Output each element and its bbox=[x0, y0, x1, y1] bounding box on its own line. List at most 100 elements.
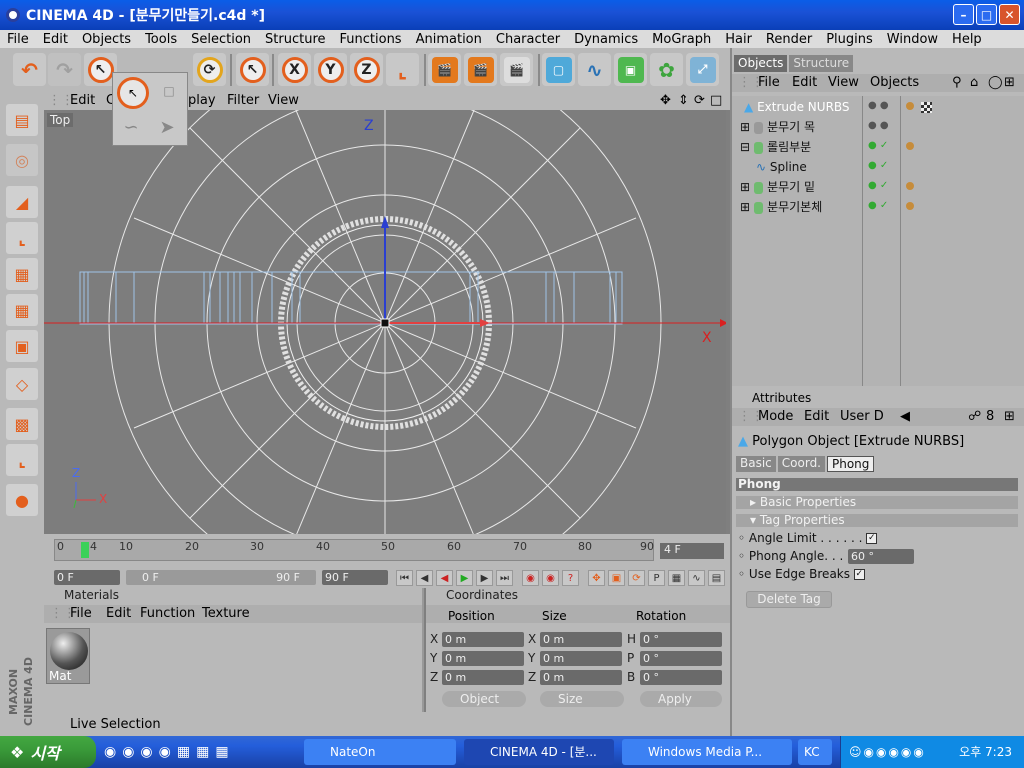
maximize-view-icon[interactable]: □ bbox=[710, 93, 722, 108]
task-nateon[interactable]: NateOn bbox=[304, 739, 456, 765]
object-sprayer-body[interactable]: ⊞ 분무기본체 bbox=[740, 197, 860, 217]
materials-menu-function[interactable]: Function bbox=[140, 606, 195, 621]
task-cinema4d[interactable]: CINEMA 4D - [분... bbox=[464, 739, 614, 765]
object-rolling-part[interactable]: ⊟ 롤림부분 bbox=[740, 137, 860, 157]
close-button[interactable]: ✕ bbox=[999, 4, 1020, 25]
size-x-field[interactable]: 0 m bbox=[540, 632, 622, 647]
visibility-dots[interactable]: ● ✓ bbox=[868, 140, 890, 151]
menu-plugins[interactable]: Plugins bbox=[819, 32, 880, 47]
object-origin[interactable] bbox=[380, 318, 390, 328]
goto-end-button[interactable]: ⏭ bbox=[496, 570, 513, 586]
apply-button[interactable]: Apply bbox=[640, 691, 722, 707]
attributes-menu-userdata[interactable]: User D bbox=[840, 409, 884, 424]
next-frame-button[interactable]: ▶ bbox=[476, 570, 493, 586]
object-spline[interactable]: ∿ Spline bbox=[756, 157, 876, 177]
tag-properties-group[interactable]: ▾ Tag Properties bbox=[736, 514, 1018, 527]
timeline-playhead[interactable] bbox=[81, 542, 89, 558]
texture-axis-button[interactable]: ▦ bbox=[6, 294, 38, 326]
rotate-view-icon[interactable]: ⟳ bbox=[694, 93, 705, 108]
size-z-field[interactable]: 0 m bbox=[540, 670, 622, 685]
menu-objects[interactable]: Objects bbox=[75, 32, 138, 47]
back-arrow-icon[interactable]: ◀ bbox=[900, 409, 910, 424]
angle-limit-checkbox[interactable]: ✓ bbox=[866, 533, 878, 544]
basic-properties-group[interactable]: ▸ Basic Properties bbox=[736, 496, 1018, 509]
task-kc[interactable]: KC bbox=[798, 739, 832, 765]
visibility-dots[interactable]: ● ✓ bbox=[868, 200, 890, 211]
object-extrude-nurbs[interactable]: ▲ Extrude NURBS bbox=[744, 97, 864, 117]
start-button[interactable]: ❖ 시작 bbox=[0, 736, 96, 768]
range-slider[interactable]: 0 F 90 F bbox=[126, 570, 316, 585]
menu-dynamics[interactable]: Dynamics bbox=[567, 32, 645, 47]
live-selection-icon[interactable]: ↖ bbox=[117, 77, 149, 109]
object-tags[interactable] bbox=[906, 140, 915, 153]
current-frame-field[interactable]: 4 F bbox=[660, 543, 724, 559]
render-view-button[interactable]: 🎬 bbox=[428, 53, 461, 86]
viewport-menu-edit[interactable]: Edit bbox=[70, 93, 95, 108]
visibility-dots[interactable]: ● ✓ bbox=[868, 180, 890, 191]
object-sprayer-neck[interactable]: ⊞ 분무기 목 bbox=[740, 117, 860, 137]
x-axis-lock-button[interactable]: X bbox=[278, 53, 311, 86]
edges-tool-button[interactable]: ◇ bbox=[6, 368, 38, 400]
menu-animation[interactable]: Animation bbox=[409, 32, 489, 47]
z-axis-lock-button[interactable]: Z bbox=[350, 53, 383, 86]
attributes-menu-mode[interactable]: Mode bbox=[758, 409, 793, 424]
materials-menu-file[interactable]: File bbox=[70, 606, 92, 621]
tab-structure[interactable]: Structure bbox=[789, 55, 854, 72]
lasso-selection-icon[interactable]: ∽ bbox=[117, 113, 145, 141]
viewport-canvas[interactable] bbox=[44, 110, 726, 534]
menu-render[interactable]: Render bbox=[759, 32, 819, 47]
render-settings-button[interactable]: 🎬 bbox=[500, 53, 533, 86]
last-tool-button[interactable]: ↖ bbox=[236, 53, 269, 86]
y-axis-lock-button[interactable]: Y bbox=[314, 53, 347, 86]
eye-icon[interactable]: ◯ bbox=[988, 75, 1003, 90]
model-tool-button[interactable]: ◢ bbox=[6, 186, 38, 218]
tweak-mode-button[interactable]: ⌞ bbox=[6, 444, 38, 476]
add-nurbs-button[interactable]: ▣ bbox=[614, 53, 647, 86]
start-frame-field[interactable]: 0 F bbox=[54, 570, 120, 585]
goto-start-button[interactable]: ⏮ bbox=[396, 570, 413, 586]
viewport-menu-filter[interactable]: Filter bbox=[227, 93, 259, 108]
viewport-menu-display[interactable]: play bbox=[188, 93, 216, 108]
coordinate-mode-dropdown[interactable]: Object bbox=[442, 691, 526, 707]
object-tags[interactable] bbox=[906, 180, 915, 193]
visibility-dots[interactable]: ● ● bbox=[868, 100, 890, 111]
rotate-tool-button[interactable]: ⟳ bbox=[193, 53, 226, 86]
polygon-selection-icon[interactable]: ➤ bbox=[153, 113, 181, 141]
size-mode-dropdown[interactable]: Size bbox=[540, 691, 624, 707]
lock-icon[interactable]: ☍ bbox=[968, 409, 981, 424]
search-icon[interactable]: ⚲ bbox=[952, 75, 962, 90]
interpolation-button[interactable]: ∿ bbox=[688, 570, 705, 586]
position-x-field[interactable]: 0 m bbox=[442, 632, 524, 647]
polygons-tool-button[interactable]: ▩ bbox=[6, 408, 38, 440]
rectangle-selection-icon[interactable]: □ bbox=[155, 77, 183, 105]
zoom-view-icon[interactable]: ⇕ bbox=[678, 93, 689, 108]
edge-breaks-checkbox[interactable]: ✓ bbox=[853, 569, 865, 580]
add-cube-button[interactable]: ▢ bbox=[542, 53, 575, 86]
task-windows-media-player[interactable]: Windows Media P... bbox=[622, 739, 792, 765]
attributes-menu-edit[interactable]: Edit bbox=[804, 409, 829, 424]
redo-button[interactable]: ↷ bbox=[48, 53, 81, 86]
new-panel-icon[interactable]: ⊞ bbox=[1004, 409, 1015, 424]
link-icon[interactable]: 8 bbox=[986, 409, 994, 424]
position-z-field[interactable]: 0 m bbox=[442, 670, 524, 685]
materials-menu-edit[interactable]: Edit bbox=[106, 606, 131, 621]
key-parameter-button[interactable]: P bbox=[648, 570, 665, 586]
material-thumbnail[interactable]: Mat bbox=[46, 628, 90, 684]
tab-phong[interactable]: Phong bbox=[827, 456, 875, 472]
objects-menu-file[interactable]: File bbox=[758, 75, 780, 90]
rotation-p-field[interactable]: 0 ° bbox=[640, 651, 722, 666]
menu-functions[interactable]: Functions bbox=[333, 32, 409, 47]
prev-frame-button[interactable]: ◀ bbox=[416, 570, 433, 586]
menu-tools[interactable]: Tools bbox=[138, 32, 184, 47]
coordinate-system-button[interactable]: ⌞ bbox=[386, 53, 419, 86]
objects-menu-objects[interactable]: Objects bbox=[870, 75, 919, 90]
menu-file[interactable]: File bbox=[0, 32, 36, 47]
viewport-menu-view[interactable]: View bbox=[268, 93, 299, 108]
quick-launch-icons[interactable]: ◉◉◉◉▦▦▦ bbox=[104, 744, 235, 760]
play-button[interactable]: ▶ bbox=[456, 570, 473, 586]
play-backwards-button[interactable]: ◀ bbox=[436, 570, 453, 586]
visibility-dots[interactable]: ● ● bbox=[868, 120, 890, 131]
end-frame-field[interactable]: 90 F bbox=[322, 570, 388, 585]
objects-menu-edit[interactable]: Edit bbox=[792, 75, 817, 90]
menu-selection[interactable]: Selection bbox=[184, 32, 258, 47]
